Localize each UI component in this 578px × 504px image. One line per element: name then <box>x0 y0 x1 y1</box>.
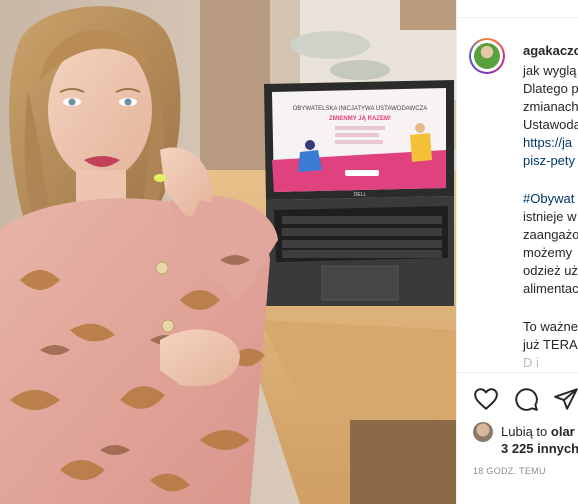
laptop: OBYWATELSKA INICJATYWA USTAWODAWCZA ZMIE… <box>264 80 454 306</box>
post-photo[interactable]: OBYWATELSKA INICJATYWA USTAWODAWCZA ZMIE… <box>0 0 456 504</box>
likes-prefix: Lubią to <box>501 424 548 439</box>
caption-link[interactable]: https://ja <box>523 134 578 152</box>
post-photo-illustration: OBYWATELSKA INICJATYWA USTAWODAWCZA ZMIE… <box>0 0 456 504</box>
caption-line: jak wyglą <box>523 63 577 78</box>
comment-icon[interactable] <box>513 386 539 412</box>
post-sidebar: agakaczo jak wyglą Dlatego p zmianach Us… <box>456 0 578 504</box>
caption-line: zmianach <box>523 99 578 114</box>
top-divider <box>457 0 578 18</box>
liker-avatar[interactable] <box>473 422 493 442</box>
send-icon[interactable] <box>553 386 578 412</box>
caption-line: Ustawoda <box>523 117 578 132</box>
caption-line: już TERAZ <box>523 337 578 352</box>
caption-line: zaangażo <box>523 227 578 242</box>
caption-line-faded: D i <box>523 355 539 370</box>
caption-line: odzież uż <box>523 263 578 278</box>
post-timestamp[interactable]: 18 GODZ. TEMU <box>473 466 546 476</box>
avatar-image <box>474 43 500 69</box>
liker-username[interactable]: olar <box>551 424 575 439</box>
caption-line: istnieje w <box>523 209 577 224</box>
laptop-headline: OBYWATELSKA INICJATYWA USTAWODAWCZA <box>293 106 427 112</box>
caption-line: To ważne <box>523 319 578 334</box>
caption-link[interactable]: pisz-pety <box>523 152 578 170</box>
likes-count-link[interactable]: 3 225 innych <box>501 441 578 456</box>
actions-divider <box>457 372 578 373</box>
post-caption: jak wyglą Dlatego p zmianach Ustawoda ht… <box>523 62 578 372</box>
laptop-brand: DELL <box>354 192 367 198</box>
caption-line: Dlatego p <box>523 81 578 96</box>
caption-hashtag[interactable]: #Obywat <box>523 190 578 208</box>
author-username[interactable]: agakaczo <box>523 43 578 58</box>
caption-line: możemy <box>523 245 573 260</box>
author-avatar[interactable] <box>469 38 505 74</box>
caption-line: alimentac <box>523 281 578 296</box>
laptop-subline: ZMIENMY JĄ RAZEM! <box>329 116 391 122</box>
heart-icon[interactable] <box>473 386 499 412</box>
